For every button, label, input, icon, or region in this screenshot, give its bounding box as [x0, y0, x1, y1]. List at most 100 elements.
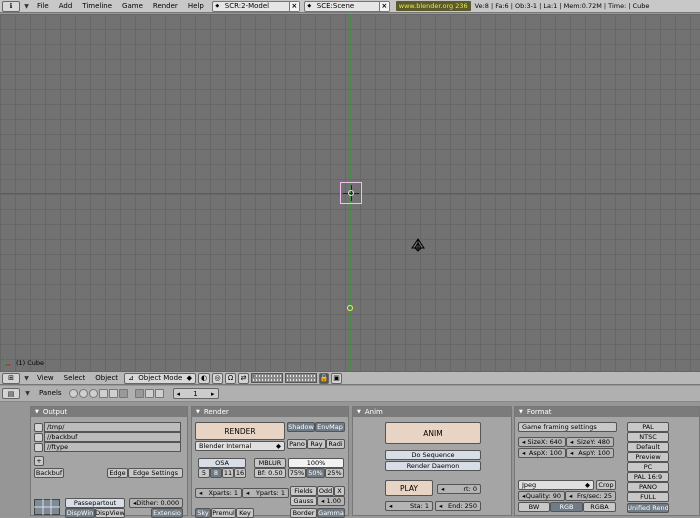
panel-collapse-icon[interactable]: ▼ [196, 409, 200, 415]
render-panel-header[interactable]: ▼ Render [192, 407, 348, 417]
aspy-field[interactable]: ◂ AspY: 100 [566, 448, 614, 458]
sound-buttons-icon[interactable] [154, 389, 164, 398]
collapse-menu-icon[interactable]: ▼ [22, 2, 31, 11]
unified-render-toggle[interactable]: Unified Rend [627, 503, 669, 513]
play-button[interactable]: PLAY [385, 480, 433, 496]
layer-buttons-2[interactable] [285, 373, 318, 383]
frame-inc-icon[interactable]: ▸ [211, 390, 215, 398]
menu-file[interactable]: File [33, 1, 53, 12]
bw-toggle[interactable]: BW [518, 502, 550, 512]
ftype-path-field[interactable]: //ftype [44, 442, 181, 452]
folder-icon[interactable] [34, 442, 43, 452]
script-icon[interactable] [78, 389, 88, 398]
sizey-dec-icon[interactable]: ◂ [570, 438, 573, 446]
osa-16[interactable]: 16 [234, 468, 246, 478]
anim-panel-header[interactable]: ▼ Anim [353, 407, 511, 417]
logic-icon[interactable] [68, 389, 78, 398]
passepartout-toggle[interactable]: Passepartout [65, 498, 125, 508]
draw-type-icon[interactable]: ◐ [198, 372, 211, 384]
sizex-dec-icon[interactable]: ◂ [522, 438, 525, 446]
backbuf-toggle[interactable]: Backbuf [34, 468, 64, 478]
osa-11[interactable]: 11 [222, 468, 234, 478]
envmap-toggle[interactable]: EnvMap [315, 422, 345, 432]
3d-viewport[interactable]: (1) Cube [0, 14, 700, 371]
blender-org-link[interactable]: www.blender.org 236 [395, 1, 471, 11]
fields-toggle[interactable]: Fields [290, 486, 317, 496]
sizey-field[interactable]: ◂ SizeY: 480 [566, 437, 614, 447]
lock-icon[interactable]: 🔒 [319, 372, 330, 384]
preset-pc[interactable]: PC [627, 462, 669, 472]
fps-dec-icon[interactable]: ◂ [569, 492, 572, 500]
shadow-toggle[interactable]: Shadow [287, 422, 315, 432]
edge-toggle[interactable]: Edge [107, 468, 128, 478]
blur-factor-field[interactable]: Bf: 0.50 [254, 468, 286, 478]
osa-5[interactable]: 5 [198, 468, 210, 478]
game-framing-button[interactable]: Game framing settings [518, 422, 617, 432]
size-25-toggle[interactable]: 25% [325, 468, 344, 478]
preset-full[interactable]: FULL [627, 492, 669, 502]
pics-path-field[interactable]: /tmp/ [44, 422, 181, 432]
pano-toggle[interactable]: Pano [287, 439, 307, 449]
size-50-toggle[interactable]: 50% [306, 468, 325, 478]
osa-toggle[interactable]: OSA [198, 458, 246, 468]
window-type-icon[interactable]: ℹ [2, 0, 20, 12]
anim-buttons-icon[interactable] [144, 389, 154, 398]
menu-object[interactable]: Object [91, 373, 122, 384]
dispview-grid-icon[interactable] [34, 499, 60, 515]
scene-icon[interactable] [118, 389, 128, 398]
menu-render[interactable]: Render [149, 1, 182, 12]
xparts-field[interactable]: ◂ Xparts: 1 [195, 488, 242, 498]
lamp-object-icon[interactable] [347, 305, 353, 311]
editing-icon[interactable] [108, 389, 118, 398]
preset-ntsc[interactable]: NTSC [627, 432, 669, 442]
camera-object-icon[interactable] [409, 236, 427, 254]
gauss-size-field[interactable]: ◂ 1.00 [317, 496, 345, 506]
rgb-toggle[interactable]: RGB [550, 502, 583, 512]
mode-select[interactable]: ⊿ Object Mode ◆ [124, 372, 197, 384]
preset-pal-16-9[interactable]: PAL 16:9 [627, 472, 669, 482]
size-75-toggle[interactable]: 75% [288, 468, 306, 478]
render-daemon-toggle[interactable]: Render Daemon [385, 461, 481, 471]
aspx-field[interactable]: ◂ AspX: 100 [518, 448, 566, 458]
odd-toggle[interactable]: Odd [317, 486, 334, 496]
osa-8[interactable]: 8 [210, 468, 222, 478]
folder-icon[interactable] [34, 422, 43, 432]
menu-timeline[interactable]: Timeline [78, 1, 116, 12]
sta-dec-icon[interactable]: ◂ [389, 502, 392, 510]
panel-collapse-icon[interactable]: ▼ [519, 409, 523, 415]
preset-preview[interactable]: Preview [627, 452, 669, 462]
render-button[interactable]: RENDER [195, 422, 285, 440]
folder-icon[interactable] [34, 432, 43, 442]
render-buttons-icon[interactable] [134, 389, 144, 398]
frame-dec-icon[interactable]: ◂ [177, 390, 181, 398]
end-dec-icon[interactable]: ◂ [439, 502, 442, 510]
format-panel-header[interactable]: ▼ Format [515, 407, 699, 417]
gauss-toggle[interactable]: Gauss [290, 496, 317, 506]
yparts-field[interactable]: ◂ Yparts: 1 [242, 488, 289, 498]
layer-buttons[interactable] [251, 373, 284, 383]
widget-icon[interactable]: Ω [225, 372, 237, 384]
screen-delete-icon[interactable]: × [288, 1, 299, 11]
ray-toggle[interactable]: Ray [307, 439, 326, 449]
menu-select[interactable]: Select [60, 373, 90, 384]
scene-browse-icon[interactable]: ◆ [305, 3, 314, 9]
editor-type-icon[interactable]: ⊞ [2, 372, 20, 384]
scene-link-icon[interactable]: + [34, 456, 44, 466]
preset-pal[interactable]: PAL [627, 422, 669, 432]
panels-menu[interactable]: Panels [35, 388, 66, 399]
pivot-icon[interactable]: ◎ [212, 372, 224, 384]
radio-toggle[interactable]: Radi [326, 439, 345, 449]
panel-collapse-icon[interactable]: ▼ [35, 409, 39, 415]
menu-help[interactable]: Help [184, 1, 208, 12]
collapse-header-icon[interactable]: ▼ [22, 374, 31, 383]
preset-pano[interactable]: PANO [627, 482, 669, 492]
menu-game[interactable]: Game [118, 1, 147, 12]
start-frame-field[interactable]: ◂ Sta: 1 [385, 501, 433, 511]
fps-field[interactable]: ◂ Frs/sec: 25 [565, 491, 616, 501]
screen-name[interactable]: SCR:2-Model [222, 2, 289, 10]
yparts-dec-icon[interactable]: ◂ [246, 489, 249, 497]
backbuf-path-field[interactable]: //backbuf [44, 432, 181, 442]
output-panel-header[interactable]: ▼ Output [31, 407, 187, 417]
file-format-select[interactable]: Jpeg ◆ [518, 480, 594, 490]
screen-browse-icon[interactable]: ◆ [213, 3, 222, 9]
